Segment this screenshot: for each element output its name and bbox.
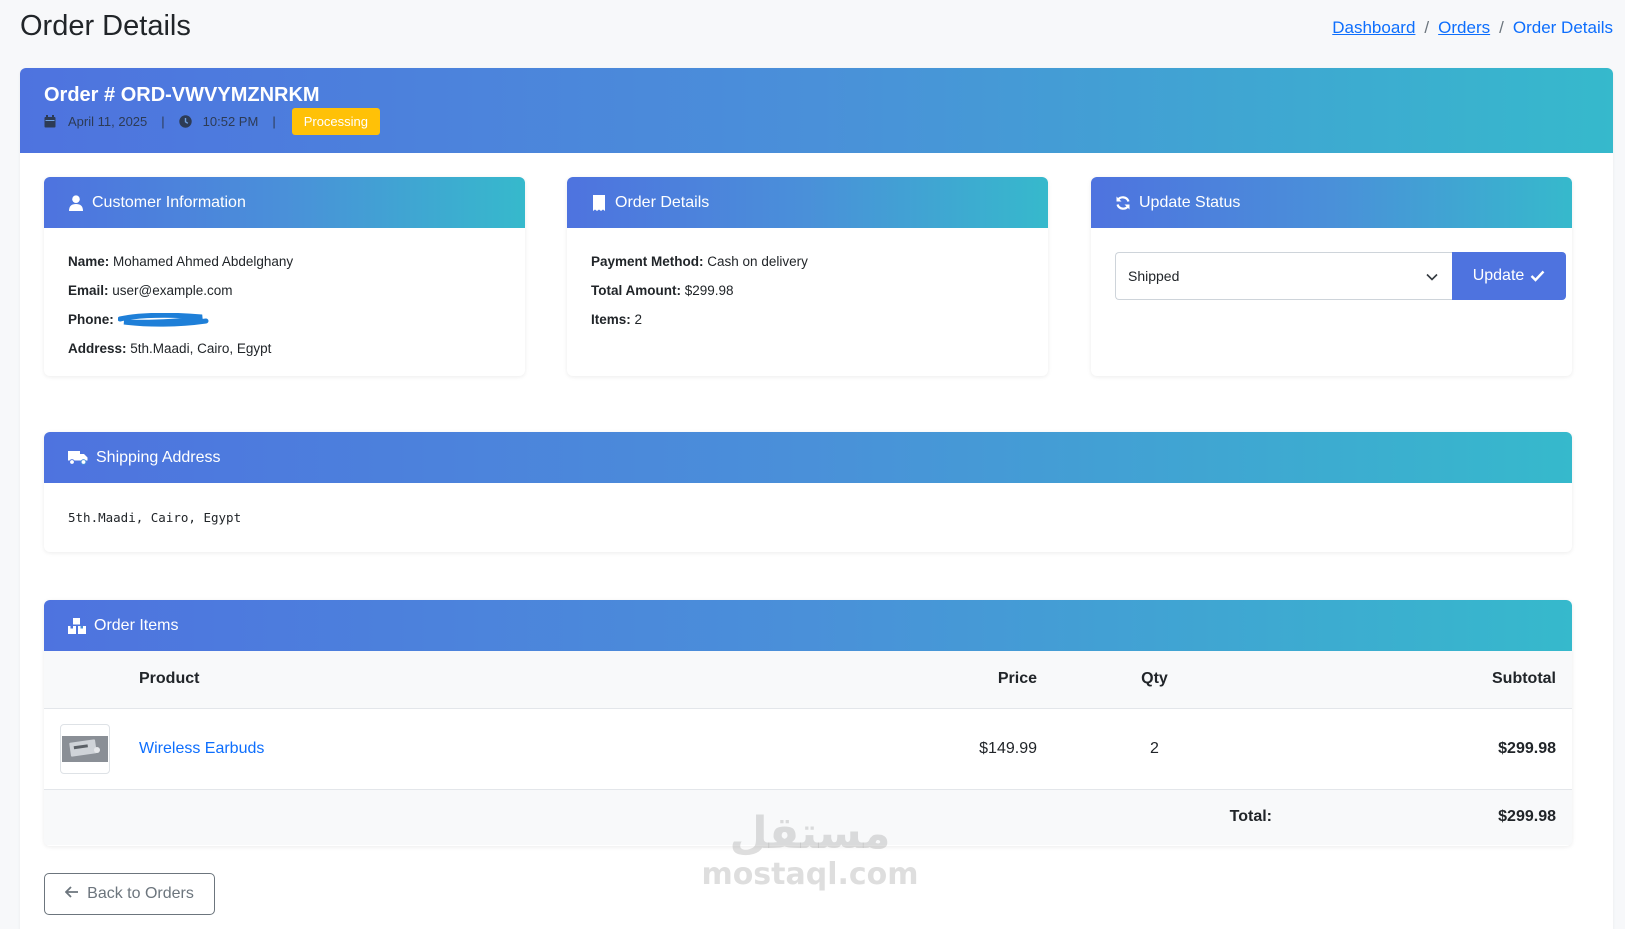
sync-icon: [1115, 195, 1131, 211]
order-items-title: Order Items: [94, 616, 179, 634]
page-title: Order Details: [20, 10, 191, 42]
order-meta: April 11, 2025 | 10:52 PM | Processing: [44, 108, 381, 135]
user-icon: [68, 194, 84, 211]
product-qty: 2: [1037, 708, 1272, 790]
customer-phone-row: Phone:: [68, 312, 501, 341]
column-price: Price: [837, 651, 1037, 709]
payment-label: Payment Method:: [591, 254, 704, 269]
customer-email: user@example.com: [112, 283, 233, 298]
shipping-address-card: Shipping Address 5th.Maadi, Cairo, Egypt: [44, 432, 1572, 552]
update-status-title: Update Status: [1139, 193, 1241, 211]
status-badge: Processing: [291, 108, 381, 135]
customer-email-row: Email: user@example.com: [68, 283, 501, 312]
breadcrumb: Dashboard / Orders / Order Details: [1332, 18, 1613, 38]
total-amount: $299.98: [684, 283, 734, 298]
update-status-card: Update Status Shipped Update: [1091, 177, 1572, 376]
customer-address-row: Address: 5th.Maadi, Cairo, Egypt: [68, 341, 501, 370]
order-items-card: Order Items Product Price Qty Subtotal W…: [44, 600, 1572, 846]
customer-name: Mohamed Ahmed Abdelghany: [113, 254, 294, 269]
update-button[interactable]: Update: [1452, 252, 1566, 300]
breadcrumb-link-orders[interactable]: Orders: [1438, 18, 1490, 38]
redacted-phone: [117, 313, 210, 328]
calendar-icon: [44, 115, 57, 128]
customer-info-card: Customer Information Name: Mohamed Ahmed…: [44, 177, 525, 376]
order-items-table: Product Price Qty Subtotal Wireless Earb…: [44, 651, 1572, 845]
product-subtotal: $299.98: [1272, 708, 1572, 790]
order-time: 10:52 PM: [202, 114, 259, 129]
breadcrumb-link-dashboard[interactable]: Dashboard: [1332, 18, 1415, 38]
column-qty: Qty: [1037, 651, 1272, 709]
name-label: Name:: [68, 254, 110, 269]
product-price: $149.99: [837, 708, 1037, 790]
total-label: Total:: [1037, 789, 1272, 845]
table-total-row: Total: $299.98: [44, 789, 1572, 845]
page-header: Order Details Dashboard / Orders / Order…: [20, 8, 1613, 48]
order-items-header: Order Items: [44, 600, 1572, 651]
meta-divider: |: [272, 114, 276, 129]
table-header-row: Product Price Qty Subtotal: [44, 651, 1572, 709]
order-details-title: Order Details: [615, 193, 710, 211]
product-image-icon: [62, 735, 108, 762]
back-to-orders-button[interactable]: Back to Orders: [44, 873, 215, 915]
customer-address: 5th.Maadi, Cairo, Egypt: [130, 341, 272, 356]
order-number: Order # ORD-VWVYMZNRKM: [44, 84, 320, 106]
shipping-address-text: 5th.Maadi, Cairo, Egypt: [68, 510, 242, 525]
clock-icon: [178, 115, 192, 128]
items-count-row: Items: 2: [591, 312, 1024, 341]
order-total: $299.98: [1272, 789, 1572, 845]
total-amount-label: Total Amount:: [591, 283, 681, 298]
column-product: Product: [139, 651, 837, 709]
boxes-icon: [68, 617, 86, 634]
customer-info-title: Customer Information: [92, 193, 246, 211]
receipt-icon: [591, 194, 607, 211]
email-label: Email:: [68, 283, 109, 298]
meta-divider: |: [161, 114, 165, 129]
truck-icon: [68, 450, 88, 466]
customer-name-row: Name: Mohamed Ahmed Abdelghany: [68, 254, 501, 283]
order-card: Order # ORD-VWVYMZNRKM April 11, 2025 | …: [20, 68, 1613, 929]
breadcrumb-separator: /: [1424, 18, 1430, 37]
shipping-address-header: Shipping Address: [44, 432, 1572, 483]
status-select-value: Shipped: [1128, 268, 1180, 284]
check-icon: [1530, 270, 1545, 282]
items-count: 2: [634, 312, 643, 327]
status-select[interactable]: Shipped: [1115, 252, 1452, 300]
breadcrumb-separator: /: [1499, 18, 1504, 37]
customer-info-header: Customer Information: [44, 177, 525, 228]
order-details-header: Order Details: [567, 177, 1048, 228]
address-label: Address:: [68, 341, 127, 356]
update-button-label: Update: [1472, 267, 1525, 284]
items-label: Items:: [591, 312, 631, 327]
update-status-header: Update Status: [1091, 177, 1572, 228]
shipping-address-title: Shipping Address: [96, 448, 221, 466]
phone-label: Phone:: [68, 312, 114, 327]
table-row: Wireless Earbuds $149.99 2 $299.98: [44, 708, 1572, 790]
product-thumbnail[interactable]: [60, 723, 110, 774]
total-amount-row: Total Amount: $299.98: [591, 283, 1024, 312]
order-header: Order # ORD-VWVYMZNRKM April 11, 2025 | …: [20, 68, 1613, 153]
chevron-down-icon: [1426, 268, 1438, 284]
back-to-orders-label: Back to Orders: [87, 885, 194, 902]
column-subtotal: Subtotal: [1272, 651, 1572, 709]
order-date: April 11, 2025: [68, 114, 148, 129]
breadcrumb-current: Order Details: [1512, 18, 1613, 37]
status-form: Shipped Update: [1115, 252, 1566, 300]
payment-method-row: Payment Method: Cash on delivery: [591, 254, 1024, 283]
arrow-left-icon: [64, 885, 79, 903]
product-link[interactable]: Wireless Earbuds: [139, 740, 264, 757]
order-details-card: Order Details Payment Method: Cash on de…: [567, 177, 1048, 376]
payment-method: Cash on delivery: [707, 254, 808, 269]
